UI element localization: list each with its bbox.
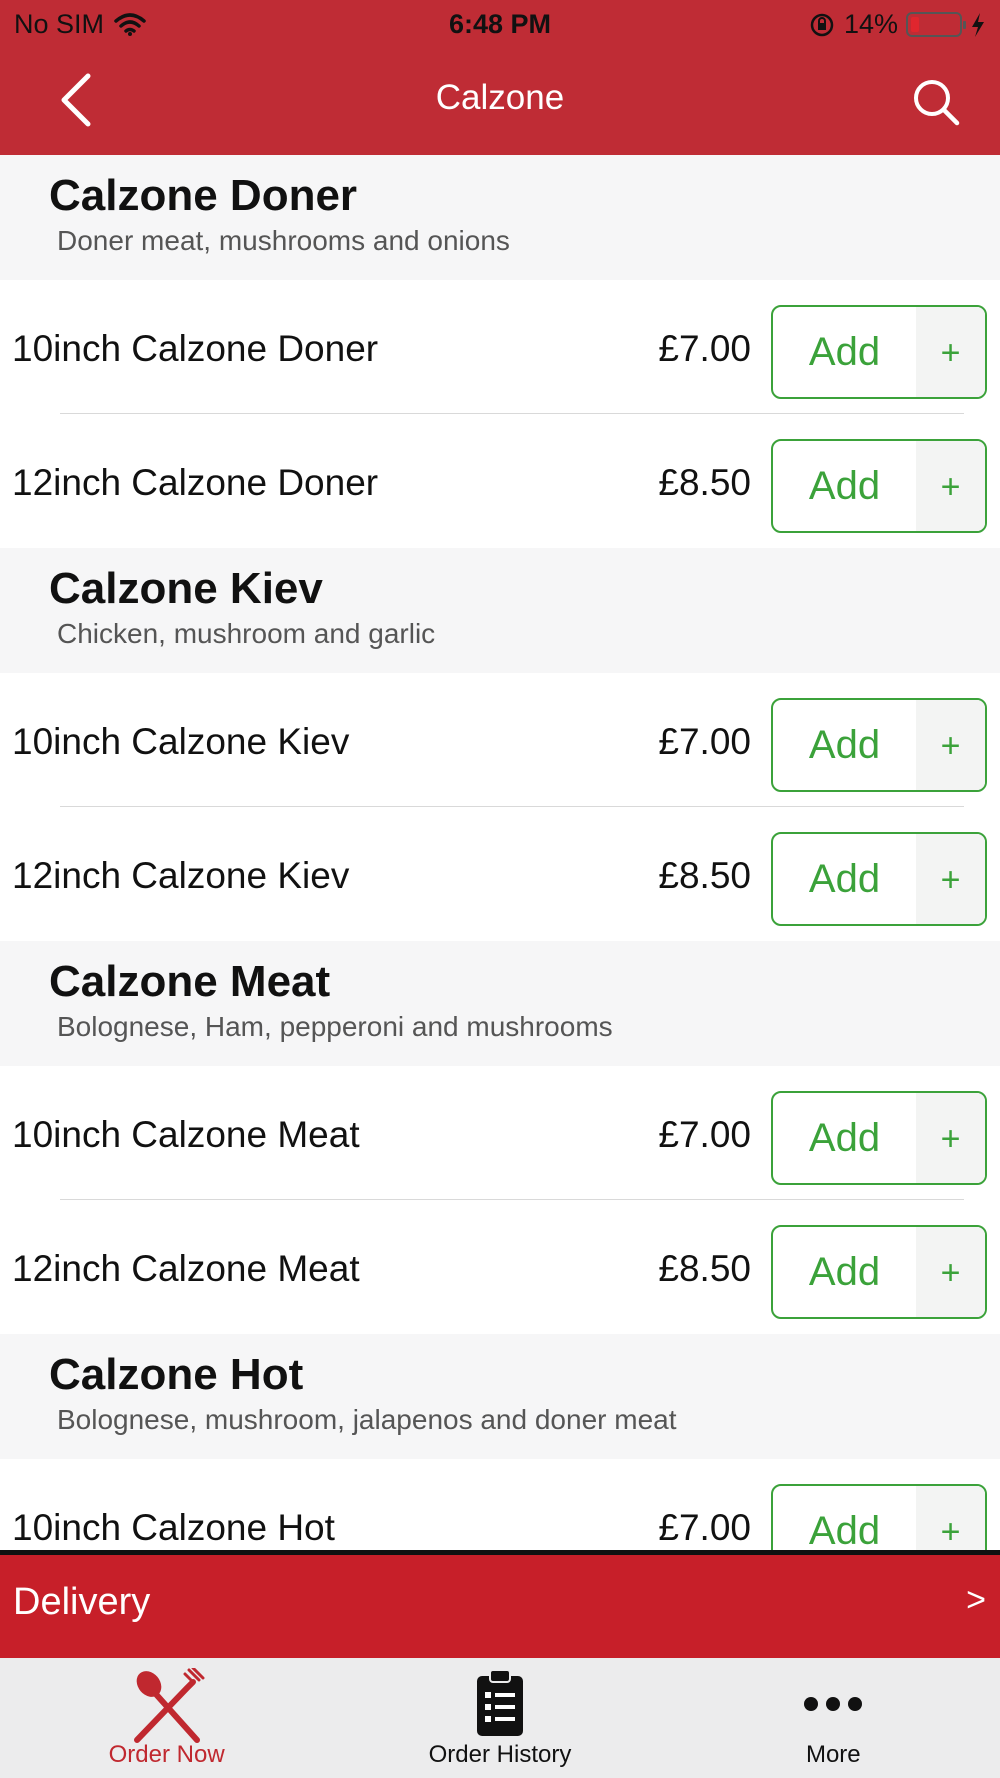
tab-order-now[interactable]: Order Now (0, 1658, 333, 1778)
menu-item: 10inch Calzone Meat £7.00 Add + (0, 1066, 1000, 1200)
item-price: £7.00 (658, 1114, 751, 1155)
plus-icon: + (916, 1093, 985, 1183)
add-button[interactable]: Add + (771, 1484, 987, 1550)
add-label: Add (808, 723, 881, 767)
add-button[interactable]: Add + (771, 1225, 987, 1319)
section-header: Calzone Hot Bolognese, mushroom, jalapen… (0, 1334, 1000, 1459)
plus-icon: + (916, 441, 985, 531)
item-name: 12inch Calzone Meat (12, 1248, 360, 1289)
plus-icon: + (916, 307, 985, 397)
app-header: No SIM 6:48 PM 14% Calzone (0, 0, 1000, 155)
item-name: 10inch Calzone Meat (12, 1114, 360, 1155)
orientation-lock-icon (810, 13, 834, 36)
menu-item: 10inch Calzone Kiev £7.00 Add + (0, 673, 1000, 807)
menu-item: 10inch Calzone Doner £7.00 Add + (0, 280, 1000, 414)
add-label: Add (808, 1250, 881, 1294)
add-label: Add (808, 1116, 881, 1160)
section-description: Bolognese, Ham, pepperoni and mushrooms (57, 1011, 613, 1043)
status-bar: No SIM 6:48 PM 14% (0, 0, 1000, 50)
item-price: £8.50 (658, 855, 751, 896)
charging-bolt-icon (972, 12, 984, 37)
section-header: Calzone Kiev Chicken, mushroom and garli… (0, 548, 1000, 673)
tab-bar: Order Now Order History More (0, 1658, 1000, 1778)
delivery-bar[interactable]: Delivery > (0, 1550, 1000, 1658)
plus-icon: + (916, 1486, 985, 1550)
item-price: £7.00 (658, 1507, 751, 1548)
section-title: Calzone Doner (49, 171, 358, 220)
item-price: £7.00 (658, 328, 751, 369)
menu-item: 12inch Calzone Meat £8.50 Add + (0, 1200, 1000, 1334)
tab-label: More (805, 1741, 861, 1768)
section-title: Calzone Hot (49, 1350, 304, 1399)
add-button[interactable]: Add + (771, 698, 987, 792)
search-button[interactable] (910, 76, 962, 128)
page-title: Calzone (435, 78, 565, 117)
add-button[interactable]: Add + (771, 305, 987, 399)
status-right: 14% (808, 9, 986, 40)
plus-icon: + (916, 1227, 985, 1317)
add-label: Add (808, 464, 881, 508)
tab-order-history[interactable]: Order History (333, 1658, 666, 1778)
item-name: 12inch Calzone Doner (12, 462, 379, 503)
tab-label: Order History (428, 1741, 572, 1768)
tab-more[interactable]: More (667, 1658, 1000, 1778)
section-description: Doner meat, mushrooms and onions (57, 225, 510, 257)
section-title: Calzone Kiev (49, 564, 323, 613)
menu-item: 12inch Calzone Doner £8.50 Add + (0, 414, 1000, 548)
add-label: Add (808, 330, 881, 374)
fork-knife-icon (133, 1668, 205, 1743)
section-description: Chicken, mushroom and garlic (57, 618, 436, 650)
item-name: 10inch Calzone Hot (12, 1507, 335, 1548)
clipboard-list-icon (476, 1669, 523, 1736)
item-name: 12inch Calzone Kiev (12, 855, 350, 896)
add-label: Add (808, 1509, 881, 1550)
more-dots-icon (804, 1697, 863, 1711)
section-description: Bolognese, mushroom, jalapenos and doner… (57, 1404, 677, 1436)
battery-percent: 14% (843, 9, 898, 39)
add-button[interactable]: Add + (771, 439, 987, 533)
item-price: £8.50 (658, 1248, 751, 1289)
item-price: £7.00 (658, 721, 751, 762)
section-title: Calzone Meat (49, 957, 331, 1006)
plus-icon: + (916, 700, 985, 790)
item-price: £8.50 (658, 462, 751, 503)
item-name: 10inch Calzone Kiev (12, 721, 350, 762)
tab-label: Order Now (108, 1741, 225, 1768)
section-header: Calzone Meat Bolognese, Ham, pepperoni a… (0, 941, 1000, 1066)
menu-item: 12inch Calzone Kiev £8.50 Add + (0, 807, 1000, 941)
section-header: Calzone Doner Doner meat, mushrooms and … (0, 155, 1000, 280)
menu-list[interactable]: Calzone Doner Doner meat, mushrooms and … (0, 155, 1000, 1550)
plus-icon: + (916, 834, 985, 924)
chevron-right-icon: > (966, 1581, 986, 1619)
menu-item: 10inch Calzone Hot £7.00 Add + (0, 1459, 1000, 1550)
add-button[interactable]: Add + (771, 832, 987, 926)
battery-icon (906, 12, 966, 37)
add-label: Add (808, 857, 881, 901)
item-name: 10inch Calzone Doner (12, 328, 379, 369)
search-icon (914, 80, 960, 126)
add-button[interactable]: Add + (771, 1091, 987, 1185)
delivery-label: Delivery (13, 1581, 151, 1623)
